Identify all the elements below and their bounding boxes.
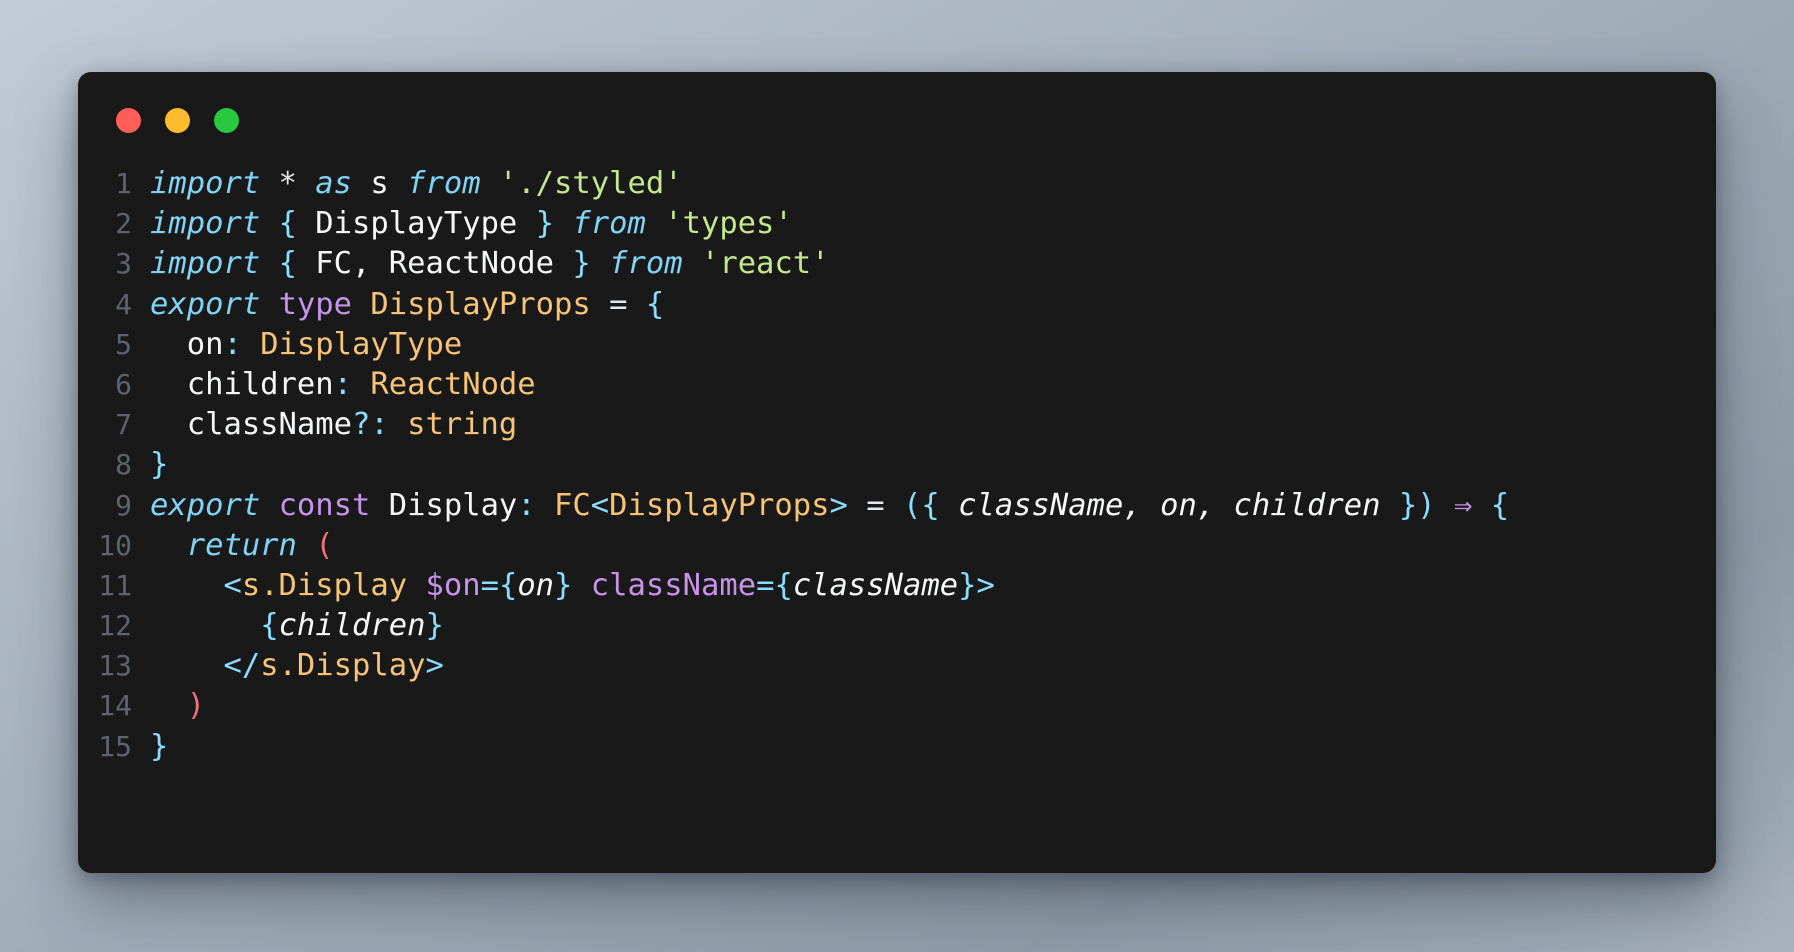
close-window-button[interactable] [116,108,141,133]
line-source: className?: string [150,407,518,443]
minimize-window-button[interactable] [165,108,190,133]
line-source: on: DisplayType [150,326,463,362]
line-number: 7 [115,408,132,442]
code-line: 11 <s.Display $on={on} className={classN… [78,566,1716,606]
line-number: 1 [115,167,132,200]
code-line: 2 import { DisplayType } from 'types' [78,204,1716,244]
line-source: import * as s from './styled' [150,166,683,201]
code-line: 3 import { FC, ReactNode } from 'react' [78,244,1716,284]
line-number: 6 [115,367,132,401]
line-number: 11 [98,568,132,602]
line-number: 5 [115,327,132,361]
code-line: 7 className?: string [78,405,1716,445]
code-line: 6 children: ReactNode [78,365,1716,405]
code-line: 8 } [78,445,1716,485]
line-number: 4 [115,287,132,321]
code-line: 13 </s.Display> [78,646,1716,686]
line-source: children: ReactNode [150,366,536,402]
line-number: 15 [98,729,132,763]
code-line: 14 ) [78,686,1716,726]
code-window: 1 import * as s from './styled' 2 import… [78,72,1716,873]
line-number: 13 [98,649,132,683]
line-number: 8 [115,448,132,482]
code-line: 1 import * as s from './styled' [78,164,1716,204]
line-source: </s.Display> [223,648,444,684]
line-source: <s.Display $on={on} className={className… [223,567,995,603]
line-source: {children} [260,608,444,644]
line-source: export const Display: FC<DisplayProps> =… [150,487,1510,523]
line-source: import { DisplayType } from 'types' [150,206,793,242]
code-line: 12 {children} [78,606,1716,646]
line-source: } [150,447,169,483]
code-editor[interactable]: 1 import * as s from './styled' 2 import… [78,164,1716,873]
line-number: 12 [98,609,132,643]
line-number: 2 [115,207,132,241]
code-line: 15 } [78,727,1716,767]
line-source: return ( [186,527,334,563]
line-number: 14 [98,689,132,723]
line-source: ) [186,688,206,724]
line-number: 3 [115,247,132,281]
code-line: 5 on: DisplayType [78,325,1716,365]
code-line: 4 export type DisplayProps = { [78,285,1716,325]
line-source: export type DisplayProps = { [150,286,665,322]
line-source: } [150,728,169,764]
window-titlebar [78,72,1716,164]
maximize-window-button[interactable] [214,108,239,133]
code-line: 9 export const Display: FC<DisplayProps>… [78,486,1716,526]
line-number: 10 [98,528,132,562]
code-line: 10 return ( [78,526,1716,566]
line-number: 9 [115,488,132,522]
line-source: import { FC, ReactNode } from 'react' [150,246,830,282]
